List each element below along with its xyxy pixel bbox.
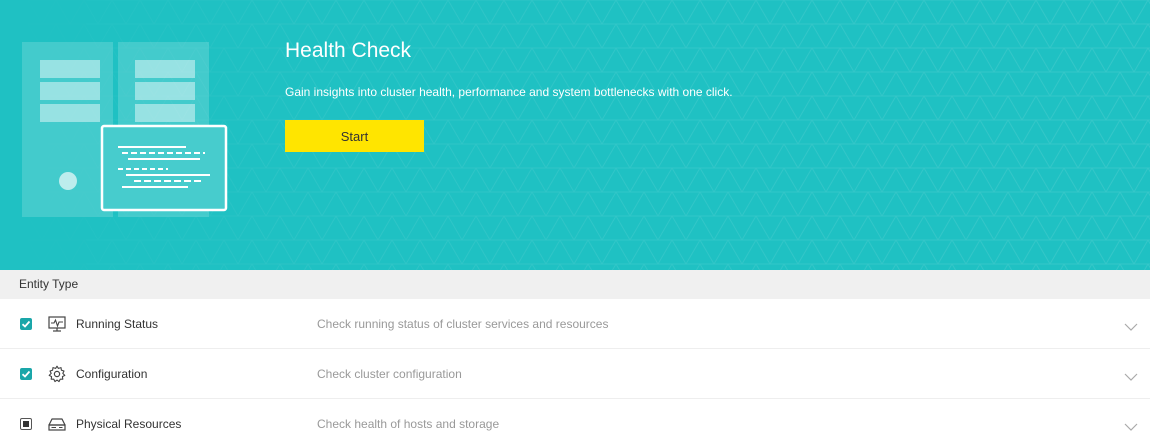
chevron-down-icon[interactable] xyxy=(1124,420,1138,431)
entity-name: Physical Resources xyxy=(76,416,182,431)
entity-name: Running Status xyxy=(76,316,159,331)
hero-content: Health Check Gain insights into cluster … xyxy=(285,38,733,152)
entity-description: Check cluster configuration xyxy=(317,366,462,381)
entity-list: Running Status Check running status of c… xyxy=(0,299,1150,448)
gear-icon xyxy=(47,364,67,384)
health-check-banner: Health Check Gain insights into cluster … xyxy=(0,0,1150,270)
hard-drive-icon xyxy=(47,414,67,434)
hero-description: Gain insights into cluster health, perfo… xyxy=(285,85,733,99)
server-illustration xyxy=(22,42,228,217)
entity-row-running-status[interactable]: Running Status Check running status of c… xyxy=(0,299,1150,349)
entity-description: Check health of hosts and storage xyxy=(317,416,500,431)
entity-row-configuration[interactable]: Configuration Check cluster configuratio… xyxy=(0,349,1150,399)
chevron-down-icon[interactable] xyxy=(1124,370,1138,381)
entity-description: Check running status of cluster services… xyxy=(317,316,609,331)
entity-name: Configuration xyxy=(76,366,148,381)
monitor-pulse-icon xyxy=(47,314,67,334)
physical-resources-checkbox[interactable] xyxy=(20,417,32,430)
start-button[interactable]: Start xyxy=(285,120,424,152)
entity-type-header: Entity Type xyxy=(0,270,1150,299)
configuration-checkbox[interactable] xyxy=(20,367,32,380)
running-status-checkbox[interactable] xyxy=(20,317,32,330)
page-title: Health Check xyxy=(285,39,412,62)
chevron-down-icon[interactable] xyxy=(1124,320,1138,331)
